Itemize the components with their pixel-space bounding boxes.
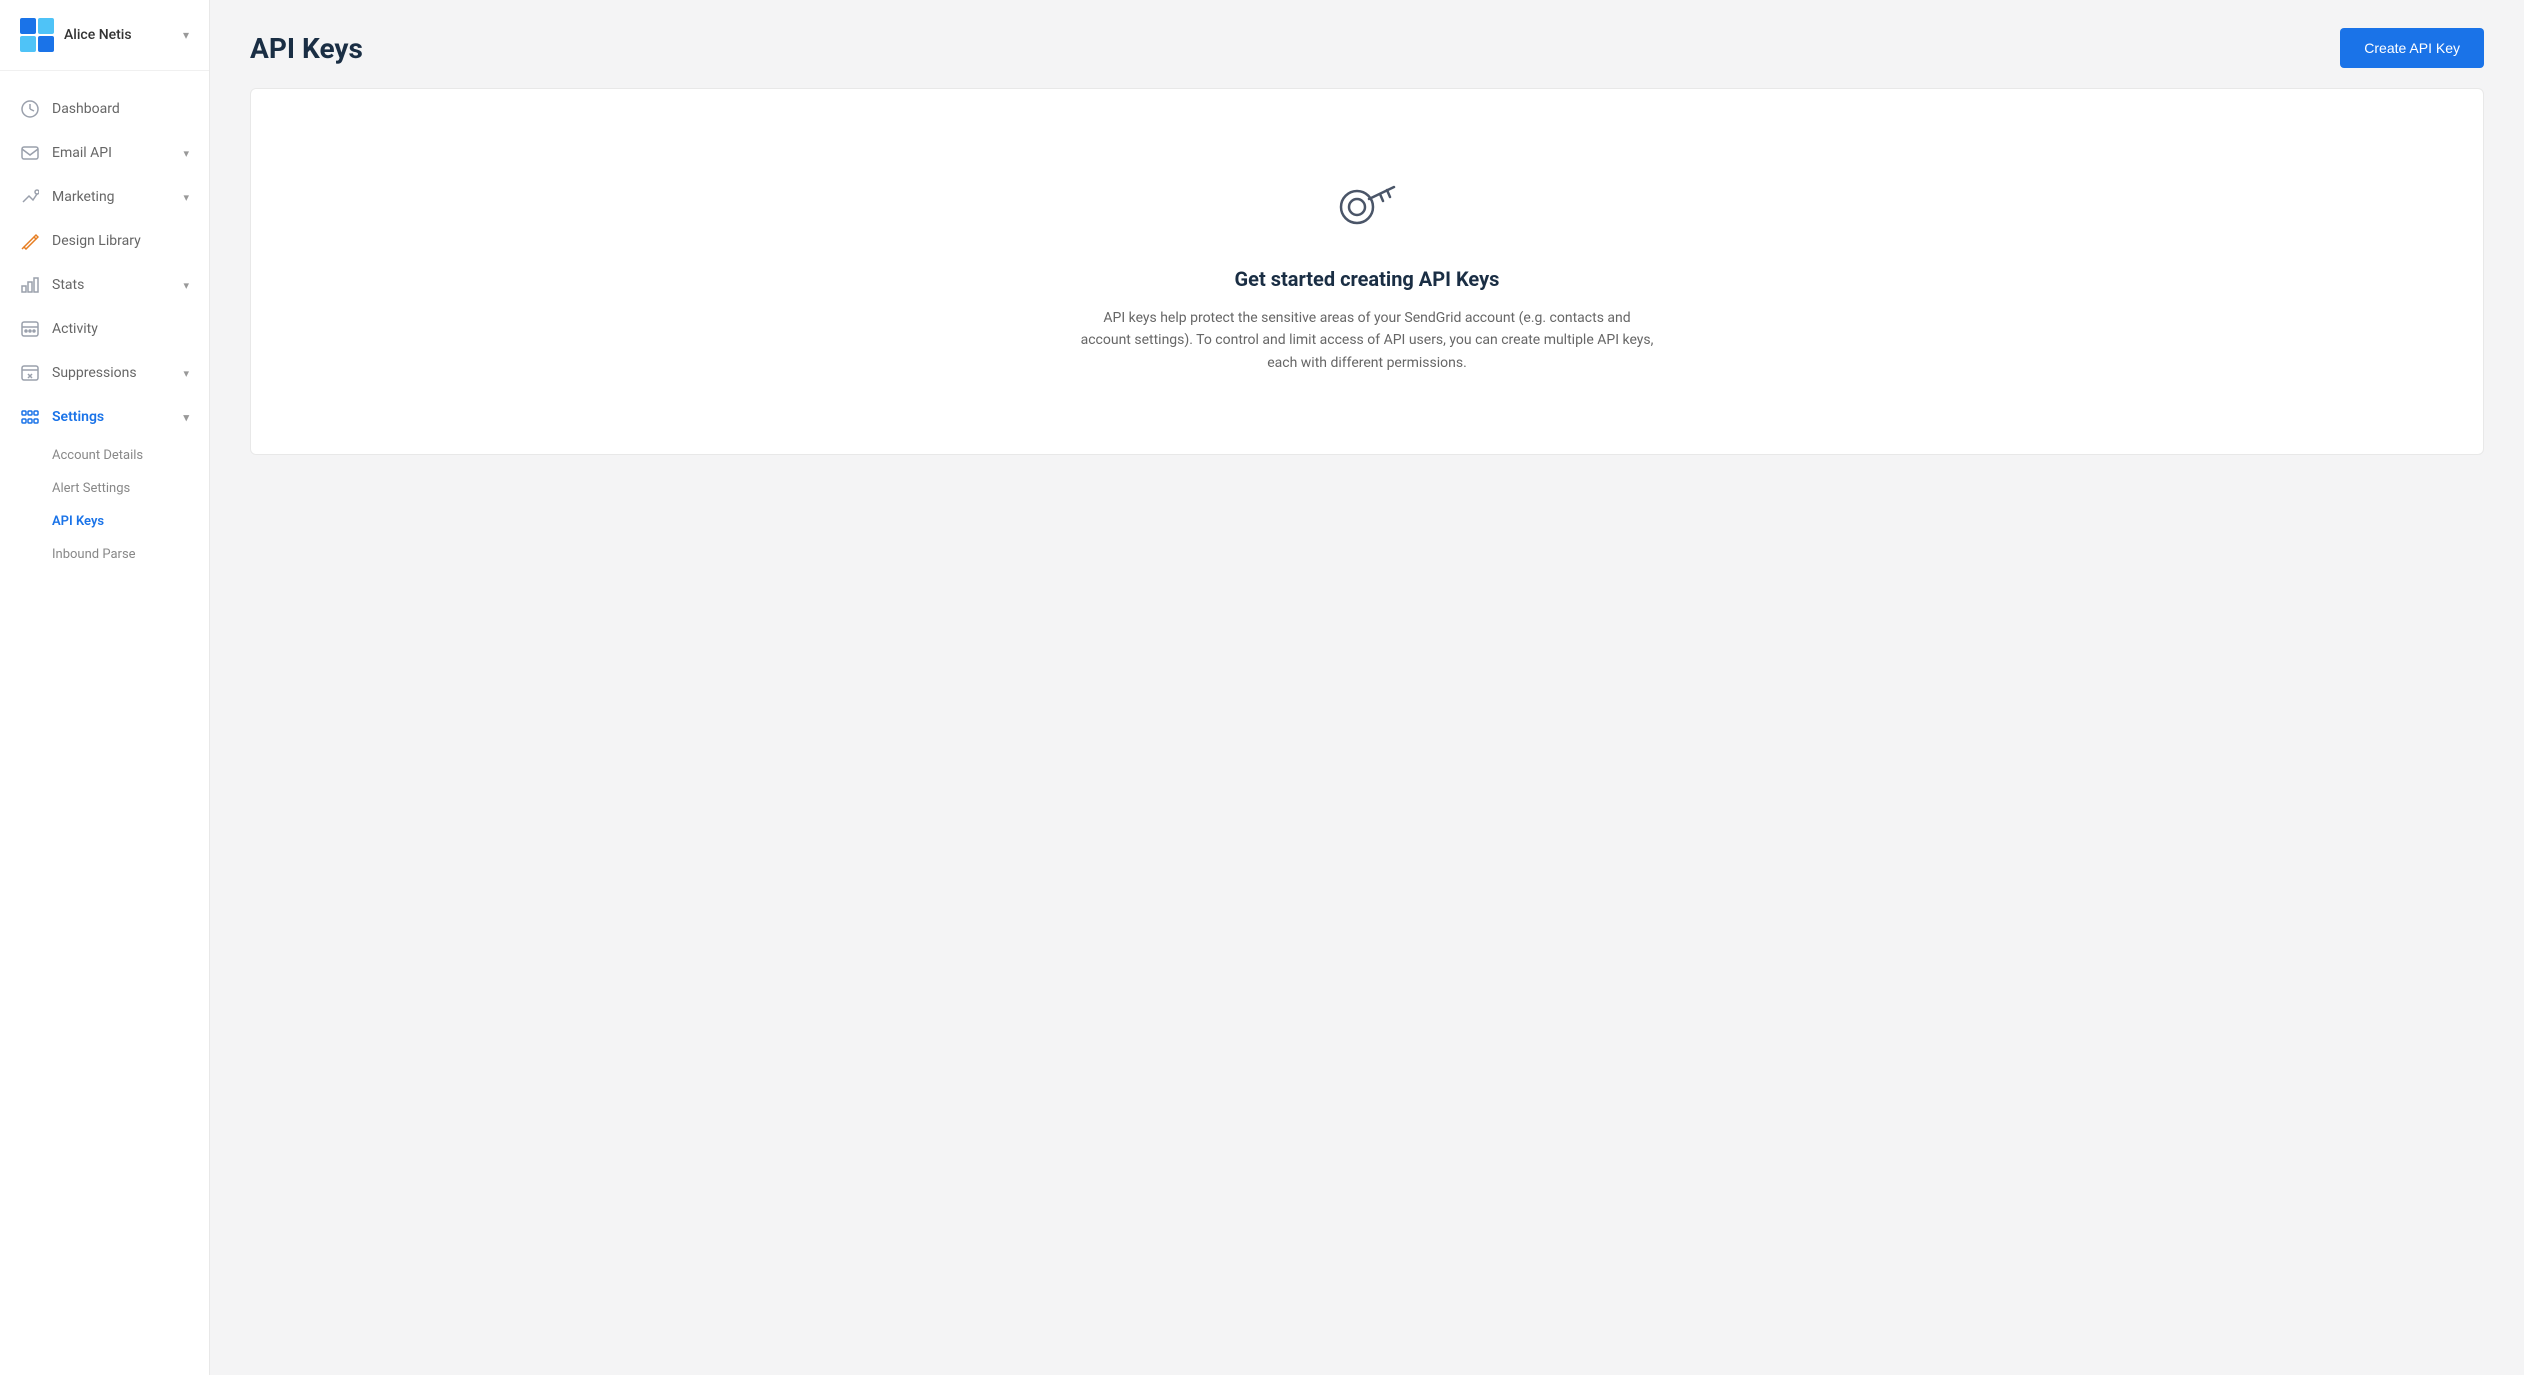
sidebar-item-alert-settings[interactable]: Alert Settings	[0, 472, 209, 505]
sidebar-item-suppressions[interactable]: Suppressions ▾	[0, 351, 209, 395]
content-area: Get started creating API Keys API keys h…	[210, 88, 2524, 1375]
sidebar-item-design-library[interactable]: Design Library	[0, 219, 209, 263]
dashboard-icon	[20, 99, 40, 119]
suppressions-icon	[20, 363, 40, 383]
stats-icon	[20, 275, 40, 295]
settings-submenu: Account Details Alert Settings API Keys …	[0, 439, 209, 571]
create-api-key-button[interactable]: Create API Key	[2340, 28, 2484, 68]
user-menu-chevron-icon: ▾	[183, 28, 189, 42]
marketing-icon	[20, 187, 40, 207]
sidebar: Alice Netis ▾ Dashboard Email A	[0, 0, 210, 1375]
design-library-icon	[20, 231, 40, 251]
email-api-chevron-icon: ▾	[183, 147, 189, 160]
sidebar-item-email-api[interactable]: Email API ▾	[0, 131, 209, 175]
settings-chevron-icon: ▾	[183, 411, 189, 424]
sidebar-item-api-keys[interactable]: API Keys	[0, 505, 209, 538]
empty-state-card: Get started creating API Keys API keys h…	[250, 88, 2484, 455]
username-label: Alice Netis	[64, 27, 173, 43]
sidebar-item-dashboard-label: Dashboard	[52, 101, 189, 117]
sidebar-item-account-details[interactable]: Account Details	[0, 439, 209, 472]
stats-chevron-icon: ▾	[183, 279, 189, 292]
suppressions-chevron-icon: ▾	[183, 367, 189, 380]
user-menu[interactable]: Alice Netis ▾	[0, 0, 209, 71]
page-header: API Keys Create API Key	[210, 0, 2524, 88]
marketing-chevron-icon: ▾	[183, 191, 189, 204]
api-key-icon	[1332, 169, 1402, 243]
sidebar-item-inbound-parse[interactable]: Inbound Parse	[0, 538, 209, 571]
sidebar-item-marketing[interactable]: Marketing ▾	[0, 175, 209, 219]
activity-icon	[20, 319, 40, 339]
sidebar-item-settings-label: Settings	[52, 409, 171, 425]
sidebar-item-email-api-label: Email API	[52, 145, 171, 161]
sidebar-item-stats[interactable]: Stats ▾	[0, 263, 209, 307]
empty-state-description: API keys help protect the sensitive area…	[1077, 307, 1657, 374]
app-logo	[20, 18, 54, 52]
main-content: API Keys Create API Key Get started crea…	[210, 0, 2524, 1375]
settings-icon	[20, 407, 40, 427]
sidebar-item-suppressions-label: Suppressions	[52, 365, 171, 381]
sidebar-item-settings[interactable]: Settings ▾	[0, 395, 209, 439]
sidebar-item-activity-label: Activity	[52, 321, 189, 337]
sidebar-item-marketing-label: Marketing	[52, 189, 171, 205]
sidebar-item-design-library-label: Design Library	[52, 233, 189, 249]
sidebar-item-stats-label: Stats	[52, 277, 171, 293]
page-title: API Keys	[250, 32, 363, 65]
email-api-icon	[20, 143, 40, 163]
nav-menu: Dashboard Email API ▾ Marketing ▾	[0, 71, 209, 1375]
sidebar-item-dashboard[interactable]: Dashboard	[0, 87, 209, 131]
empty-state-title: Get started creating API Keys	[1235, 267, 1500, 291]
sidebar-item-activity[interactable]: Activity	[0, 307, 209, 351]
